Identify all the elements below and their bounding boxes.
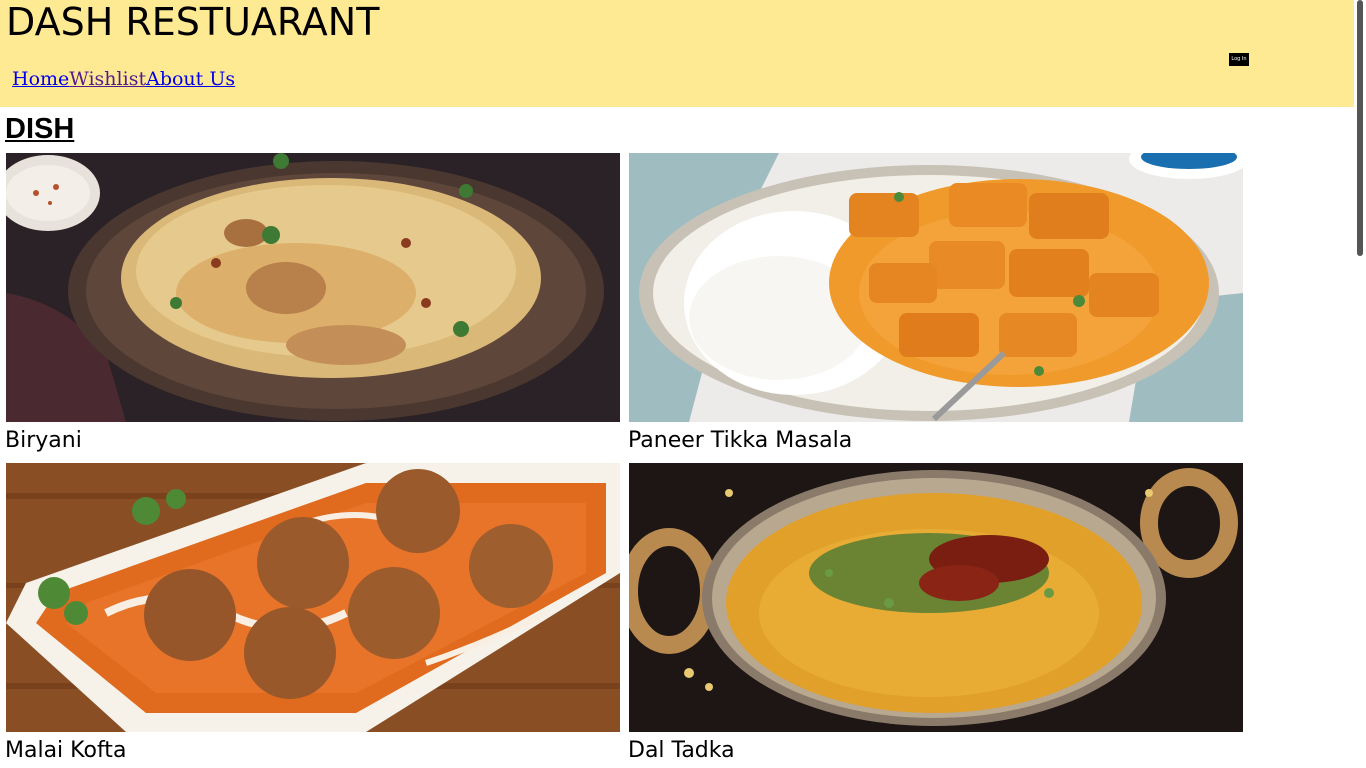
paneer-tikka-masala-photo[interactable]	[629, 153, 1243, 422]
nav-link-wishlist[interactable]: Wishlist	[69, 68, 146, 90]
nav-link-home[interactable]: Home	[12, 68, 69, 90]
main-nav: HomeWishlistAbout Us	[12, 67, 235, 91]
dish-card-paneer-tikka-masala[interactable]: Paneer Tikka Masala	[628, 153, 1244, 453]
dish-name-biryani: Biryani	[5, 428, 82, 453]
biryani-photo[interactable]	[6, 153, 620, 422]
site-title: DASH RESTUARANT	[6, 0, 380, 44]
dal-tadka-photo[interactable]	[629, 463, 1243, 732]
dish-name-dal-tadka: Dal Tadka	[628, 738, 735, 763]
section-heading: DISH	[5, 113, 75, 145]
dish-card-biryani[interactable]: Biryani	[5, 153, 621, 453]
malai-kofta-photo[interactable]	[6, 463, 620, 732]
nav-link-about-us[interactable]: About Us	[146, 68, 235, 90]
vertical-scrollbar[interactable]	[1354, 0, 1366, 768]
site-header: DASH RESTUARANT HomeWishlistAbout Us Log…	[0, 0, 1354, 107]
dish-name-malai-kofta: Malai Kofta	[5, 738, 127, 763]
dish-card-dal-tadka[interactable]: Dal Tadka	[628, 463, 1244, 763]
dish-card-malai-kofta[interactable]: Malai Kofta	[5, 463, 621, 763]
login-button[interactable]: Log In	[1229, 53, 1249, 66]
scrollbar-thumb[interactable]	[1357, 0, 1363, 256]
dish-name-paneer-tikka-masala: Paneer Tikka Masala	[628, 428, 853, 453]
